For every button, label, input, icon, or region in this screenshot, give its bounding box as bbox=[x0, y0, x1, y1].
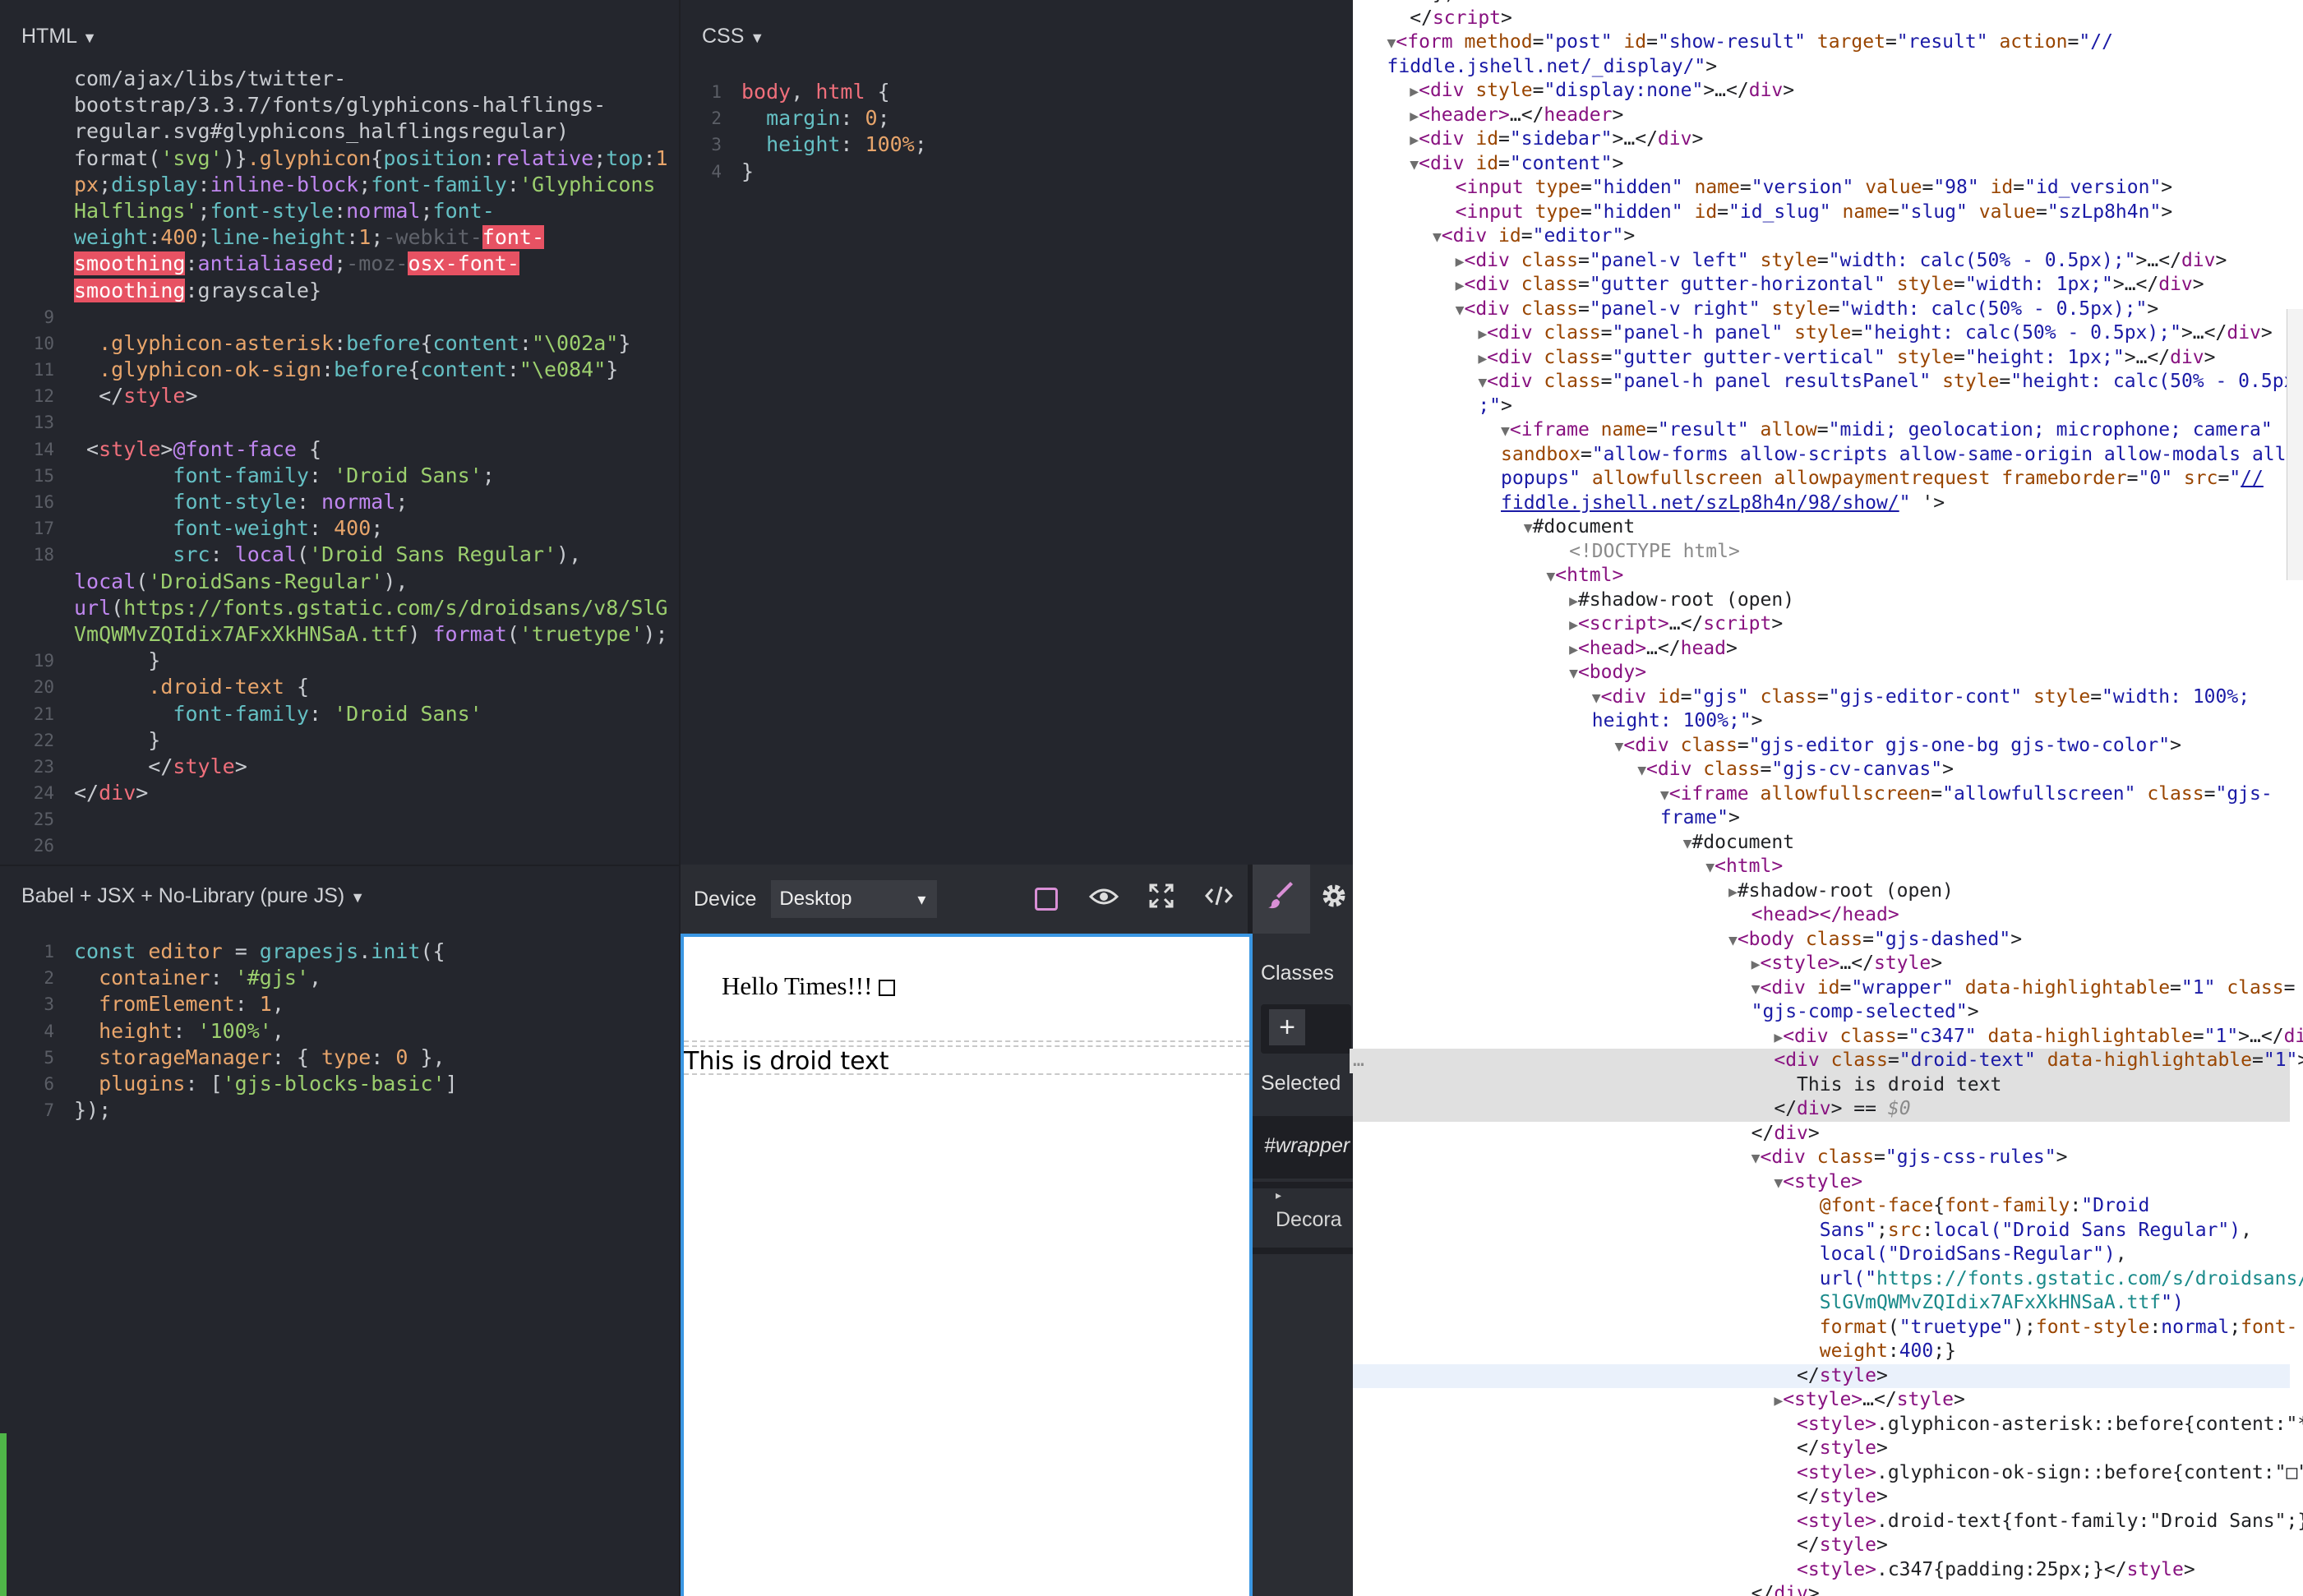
editor-canvas[interactable]: Hello Times!!! This is droid text bbox=[681, 934, 1253, 1596]
devtools-side-strip bbox=[2287, 309, 2303, 580]
css-code[interactable]: 1 body, html { 2 margin: 0; 3 height: 100… bbox=[681, 79, 926, 185]
devtools-elements: }) </script> ▼<form method="post" id="sh… bbox=[1350, 0, 2303, 1596]
selected-value: #wrapper bbox=[1264, 1134, 1350, 1157]
fullscreen-icon bbox=[1148, 883, 1175, 916]
style-manager-panel: Classes + Selected #wrapper ▸ Decora bbox=[1253, 934, 1353, 1596]
device-select[interactable]: Desktop ▾ bbox=[771, 880, 938, 918]
js-code[interactable]: 1 const editor = grapesjs.init({ 2 contai… bbox=[0, 939, 457, 1123]
html-panel-title[interactable]: HTML ▼ bbox=[21, 25, 97, 48]
selected-label: Selected bbox=[1261, 1072, 1341, 1095]
eye-icon bbox=[1088, 885, 1119, 913]
preview-button[interactable] bbox=[1075, 865, 1133, 934]
style-manager-button[interactable] bbox=[1253, 865, 1310, 934]
caret-right-icon: ▸ bbox=[1276, 1188, 1282, 1202]
settings-button[interactable] bbox=[1310, 865, 1353, 934]
code-view-button[interactable] bbox=[1190, 865, 1248, 934]
html-panel: HTML ▼ com/ajax/libs/twitter- bootstrap/… bbox=[0, 0, 679, 865]
css-panel: CSS ▼ 1 body, html { 2 margin: 0; 3 heigh… bbox=[681, 0, 1353, 865]
classes-label: Classes bbox=[1261, 962, 1334, 985]
css-panel-title[interactable]: CSS ▼ bbox=[702, 25, 764, 48]
sw-visibility-button[interactable] bbox=[1018, 865, 1075, 934]
droid-text[interactable]: This is droid text bbox=[684, 1047, 889, 1076]
html-code[interactable]: com/ajax/libs/twitter- bootstrap/3.3.7/f… bbox=[0, 66, 679, 860]
square-icon bbox=[1035, 888, 1058, 911]
editor-toolbar: Device Desktop ▾ bbox=[681, 865, 1353, 934]
hello-block[interactable]: Hello Times!!! bbox=[684, 937, 1249, 1042]
decorations-section[interactable]: Decora bbox=[1276, 1208, 1342, 1232]
device-label: Device bbox=[694, 887, 757, 911]
add-class-button[interactable]: + bbox=[1269, 1009, 1305, 1045]
droid-block[interactable]: This is droid text bbox=[684, 1045, 1249, 1076]
ok-sign-icon bbox=[879, 980, 896, 996]
hello-text[interactable]: Hello Times!!! bbox=[722, 971, 896, 1001]
gear-icon bbox=[1320, 882, 1348, 916]
js-panel: Babel + JSX + No-Library (pure JS) ▼ 1 co… bbox=[0, 866, 679, 1596]
paint-brush-icon bbox=[1267, 882, 1295, 916]
code-icon bbox=[1204, 884, 1234, 914]
selected-dom-node[interactable]: … <div class="droid-text" data-highlight… bbox=[1350, 1049, 2303, 1073]
fullscreen-button[interactable] bbox=[1133, 865, 1190, 934]
js-panel-title[interactable]: Babel + JSX + No-Library (pure JS) ▼ bbox=[21, 884, 365, 908]
resize-indicator bbox=[0, 1433, 7, 1596]
